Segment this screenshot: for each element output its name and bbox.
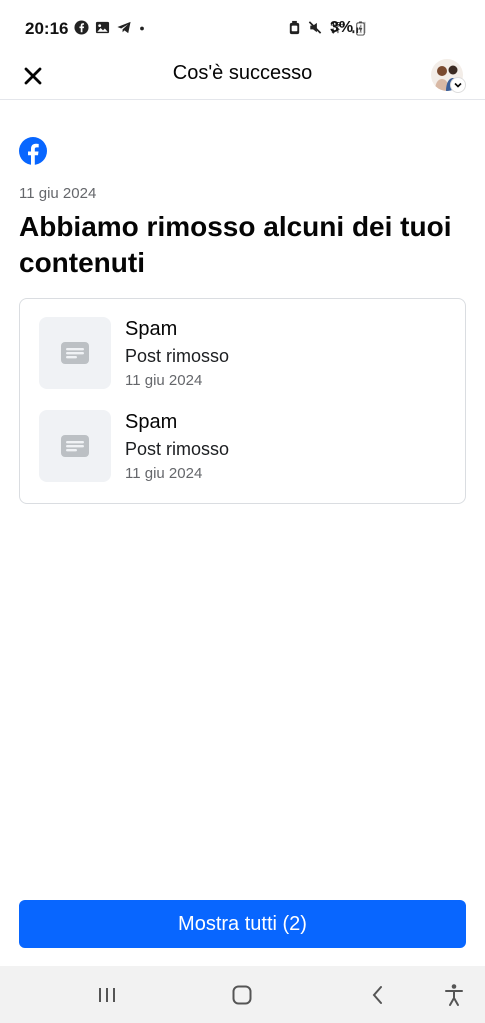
home-icon [232,985,252,1005]
battery-level: 3% [330,19,354,36]
item-title: Spam [125,411,178,433]
post-thumbnail [39,317,111,389]
item-subtitle: Post rimosso [125,439,230,459]
post-thumbnail [39,410,111,482]
accessibility-icon [445,984,463,1006]
back-icon [372,986,382,1004]
item-subtitle: Post rimosso [125,346,230,366]
recent-apps-icon [99,988,115,1002]
image-icon [95,20,110,40]
header: Cos'è successo [0,50,485,100]
facebook-logo-icon [19,137,47,165]
list-item[interactable]: Spam Post rimosso 11 giu 2024 [39,317,449,389]
recent-apps-button[interactable] [94,982,120,1008]
home-button[interactable] [229,982,255,1008]
status-time: 20:16 [25,19,69,38]
show-all-label: Mostra tutti (2) [178,912,307,935]
status-icons-left [74,20,146,40]
battery-charging-icon [356,21,365,41]
alarm-icon [288,20,301,40]
facebook-icon [74,20,89,40]
accessibility-button[interactable] [441,982,467,1008]
dot-icon [138,20,146,40]
chevron-down-icon [451,78,465,92]
back-button[interactable] [365,982,391,1008]
post-icon [61,435,89,457]
telegram-icon [116,20,132,40]
system-nav-bar [0,966,485,1023]
status-bar: 20:16 4G+ 3% [0,0,485,56]
item-date: 11 giu 2024 [125,465,203,482]
show-all-button[interactable]: Mostra tutti (2) [19,900,466,948]
notice-date: 11 giu 2024 [19,185,97,202]
item-title: Spam [125,318,178,340]
item-date: 11 giu 2024 [125,372,203,389]
post-icon [61,342,89,364]
removed-content-card: Spam Post rimosso 11 giu 2024 Spam Post … [19,298,466,504]
list-item[interactable]: Spam Post rimosso 11 giu 2024 [39,410,449,482]
headline: Abbiamo rimosso alcuni dei tuoi contenut… [19,211,452,278]
page-title: Cos'è successo [172,62,313,84]
mute-icon [307,20,323,40]
